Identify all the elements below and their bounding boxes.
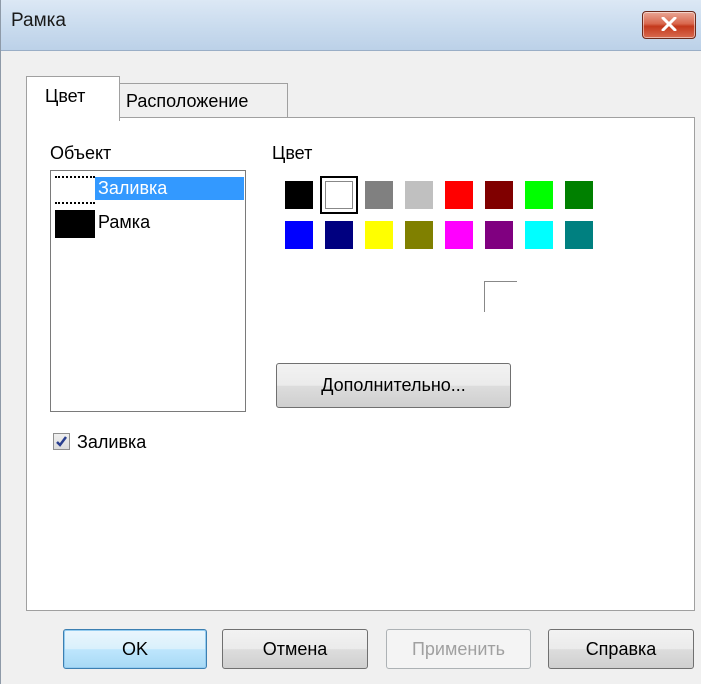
color-swatch[interactable]: [485, 221, 513, 249]
color-swatch[interactable]: [525, 181, 553, 209]
color-swatch[interactable]: [320, 176, 358, 214]
color-swatch[interactable]: [285, 221, 313, 249]
color-swatch[interactable]: [565, 181, 593, 209]
color-swatch[interactable]: [405, 221, 433, 249]
color-swatch[interactable]: [365, 181, 393, 209]
color-swatch[interactable]: [325, 221, 353, 249]
fill-checkbox-label: Заливка: [77, 432, 147, 452]
color-swatch[interactable]: [485, 181, 513, 209]
color-swatch[interactable]: [285, 181, 313, 209]
close-icon: [661, 17, 677, 31]
color-swatch[interactable]: [565, 221, 593, 249]
tab-color-label: Цвет: [45, 86, 86, 106]
color-swatch[interactable]: [525, 221, 553, 249]
more-colors-button[interactable]: Дополнительно...: [276, 363, 511, 408]
tab-position-label: Расположение: [126, 91, 249, 111]
checkmark-icon: [56, 436, 67, 447]
cancel-button[interactable]: Отмена: [222, 629, 368, 669]
help-button[interactable]: Справка: [548, 629, 694, 669]
frame-dialog: Рамка Цвет Расположение Объект Заливка Р…: [0, 0, 701, 684]
ok-button[interactable]: OK: [63, 629, 207, 669]
list-item-frame[interactable]: Рамка: [51, 207, 245, 241]
color-label: Цвет: [272, 143, 313, 163]
fill-swatch: [55, 176, 95, 204]
color-swatch[interactable]: [445, 221, 473, 249]
color-swatch[interactable]: [445, 181, 473, 209]
list-item-label: Рамка: [98, 212, 151, 232]
title-bar: Рамка: [1, 0, 701, 51]
apply-button[interactable]: Применить: [386, 629, 531, 669]
tab-color[interactable]: Цвет: [26, 76, 120, 121]
color-swatch[interactable]: [365, 221, 393, 249]
list-item-fill[interactable]: Заливка: [51, 173, 245, 207]
color-swatch[interactable]: [405, 181, 433, 209]
color-preview: [484, 281, 517, 312]
close-button[interactable]: [642, 11, 696, 39]
object-label: Объект: [50, 143, 112, 163]
tab-position[interactable]: Расположение: [118, 83, 288, 118]
object-listbox[interactable]: Заливка Рамка: [50, 170, 246, 412]
list-item-label: Заливка: [95, 177, 244, 200]
fill-checkbox[interactable]: [53, 433, 70, 450]
window-title: Рамка: [11, 10, 66, 31]
frame-swatch: [55, 210, 95, 238]
